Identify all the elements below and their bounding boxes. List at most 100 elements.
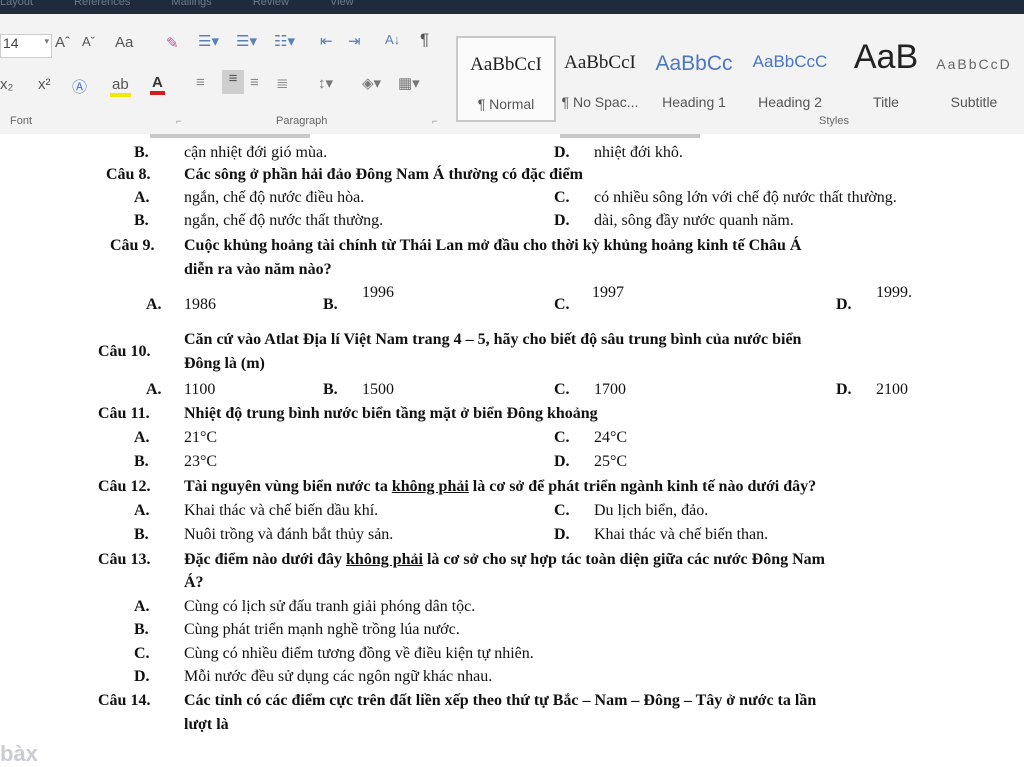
align-left-icon[interactable]: ≡ <box>196 74 205 91</box>
justify-icon[interactable]: ≣ <box>276 74 289 92</box>
align-right-icon[interactable]: ≡ <box>250 74 259 91</box>
question-text: Cuộc khủng hoảng tài chính từ Thái Lan m… <box>184 237 802 254</box>
question-number: Câu 14. <box>98 692 151 709</box>
tab-review[interactable]: Review <box>253 0 289 8</box>
clipped-text-line <box>150 134 310 138</box>
option-label: C. <box>554 189 570 206</box>
question-text-part: là cơ sở cho sự hợp tác toàn diện giữa c… <box>422 551 825 568</box>
sort-icon[interactable]: A↓ <box>385 32 400 47</box>
option-label: B. <box>323 296 338 313</box>
underlined-negation: không phải <box>391 478 469 495</box>
option-label: C. <box>554 502 570 519</box>
document-page[interactable]: B. cận nhiệt đới gió mùa. D. nhiệt đới k… <box>0 134 1024 767</box>
question-text: Á? <box>184 574 204 591</box>
text-effects-icon[interactable]: Ⓐ <box>72 76 87 97</box>
option-text: có nhiều sông lớn với chế độ nước thất t… <box>594 189 897 206</box>
option-label: A. <box>134 429 150 446</box>
option-text: 1700 <box>594 381 626 398</box>
style-name: Heading 2 <box>758 94 822 110</box>
subscript-button[interactable]: x₂ <box>0 76 13 93</box>
style-subtitle[interactable]: AaBbCcD Subtitle <box>924 36 1024 122</box>
increase-indent-icon[interactable]: ⇥ <box>348 32 361 50</box>
align-center-icon[interactable]: ≡ <box>222 70 244 94</box>
option-label: D. <box>554 144 570 161</box>
option-text: 1999. <box>876 284 912 301</box>
grow-font-button[interactable]: Aˆ <box>55 34 70 51</box>
line-spacing-icon[interactable]: ↕▾ <box>318 74 333 92</box>
option-text: dài, sông đầy nước quanh năm. <box>594 212 794 229</box>
font-size-select[interactable]: 14 ▾ <box>0 34 52 58</box>
decrease-indent-icon[interactable]: ⇤ <box>320 32 333 50</box>
style-no-spacing[interactable]: AaBbCcI ¶ No Spac... <box>550 36 650 122</box>
question-text: Đặc điểm nào dưới đây không phải là cơ s… <box>184 551 825 569</box>
style-heading-1[interactable]: AaBbCc Heading 1 <box>644 36 744 122</box>
option-text: cận nhiệt đới gió mùa. <box>184 144 328 161</box>
borders-icon[interactable]: ▦▾ <box>398 74 420 92</box>
option-text: Cùng phát triển mạnh nghề trồng lúa nước… <box>184 621 460 638</box>
chevron-down-icon[interactable]: ▾ <box>44 36 49 47</box>
change-case-button[interactable]: Aa <box>115 34 133 51</box>
style-name: Title <box>873 94 899 110</box>
option-label: A. <box>146 381 162 398</box>
question-number: Câu 9. <box>110 237 155 254</box>
tab-layout[interactable]: Layout <box>0 0 33 8</box>
style-title[interactable]: AaB Title <box>836 36 936 122</box>
option-label: B. <box>323 381 338 398</box>
show-formatting-button[interactable]: ¶ <box>420 30 429 50</box>
option-label: B. <box>134 526 149 543</box>
superscript-button[interactable]: x² <box>38 76 51 93</box>
option-text: 2100 <box>876 381 908 398</box>
option-text: Nuôi trồng và đánh bắt thủy sản. <box>184 526 394 543</box>
shading-icon[interactable]: ◈▾ <box>362 74 381 92</box>
question-text: Căn cứ vào Atlat Địa lí Việt Nam trang 4… <box>184 331 802 348</box>
watermark-logo: bàx <box>0 741 38 766</box>
multilevel-list-icon[interactable]: ☷▾ <box>274 32 295 50</box>
bullets-icon[interactable]: ☰▾ <box>198 32 219 50</box>
option-text: 24°C <box>594 429 628 446</box>
option-label: B. <box>134 212 149 229</box>
style-heading-2[interactable]: AaBbCcC Heading 2 <box>740 36 840 122</box>
clear-formatting-icon[interactable]: ✎ <box>166 34 179 52</box>
option-label: D. <box>836 296 852 313</box>
option-label: C. <box>554 296 570 313</box>
font-dialog-launcher-icon[interactable]: ⌐ <box>176 116 181 126</box>
option-text: Khai thác và chế biến than. <box>594 526 769 543</box>
tab-mailings[interactable]: Mailings <box>171 0 211 8</box>
style-sample: AaBbCcD <box>936 56 1012 72</box>
question-number: Câu 12. <box>98 478 151 495</box>
group-label-font: Font <box>10 115 33 127</box>
group-label-paragraph: Paragraph <box>276 115 328 127</box>
option-text: Khai thác và chế biến dầu khí. <box>184 502 379 519</box>
tab-references[interactable]: References <box>74 0 130 8</box>
question-text: Các sông ở phần hải đảo Đông Nam Á thườn… <box>184 166 583 183</box>
question-number: Câu 8. <box>106 166 151 183</box>
style-name: ¶ No Spac... <box>561 94 639 110</box>
option-text: Cùng có lịch sử đấu tranh giải phóng dân… <box>184 598 476 615</box>
highlight-button[interactable]: ab <box>110 76 131 97</box>
style-name: ¶ Normal <box>477 96 535 112</box>
style-normal[interactable]: AaBbCcI ¶ Normal <box>456 36 556 122</box>
numbering-icon[interactable]: ☰▾ <box>236 32 257 50</box>
option-label: A. <box>134 502 150 519</box>
style-sample: AaBbCcI <box>564 52 636 73</box>
option-text: 25°C <box>594 453 628 470</box>
question-text: Nhiệt độ trung bình nước biển tầng mặt ở… <box>184 405 598 422</box>
question-number: Câu 10. <box>98 343 151 360</box>
shrink-font-button[interactable]: Aˇ <box>82 34 95 49</box>
question-number: Câu 13. <box>98 551 151 568</box>
option-text: 23°C <box>184 453 218 470</box>
option-text: 1100 <box>184 381 216 398</box>
option-label: D. <box>554 453 570 470</box>
option-text: 1996 <box>362 284 394 301</box>
style-sample: AaBbCcC <box>752 52 828 71</box>
paragraph-dialog-launcher-icon[interactable]: ⌐ <box>432 116 437 126</box>
option-text: ngắn, chế độ nước điều hòa. <box>184 189 365 206</box>
tab-view[interactable]: View <box>330 0 354 8</box>
question-text-part: Tài nguyên vùng biển nước ta <box>184 478 392 495</box>
clipped-text-line <box>560 134 700 138</box>
style-name: Heading 1 <box>662 94 726 110</box>
question-text: lượt là <box>184 716 229 733</box>
underlined-negation: không phải <box>346 551 423 568</box>
question-text-part: Đặc điểm nào dưới đây <box>184 551 347 568</box>
font-color-button[interactable]: A <box>150 74 165 95</box>
